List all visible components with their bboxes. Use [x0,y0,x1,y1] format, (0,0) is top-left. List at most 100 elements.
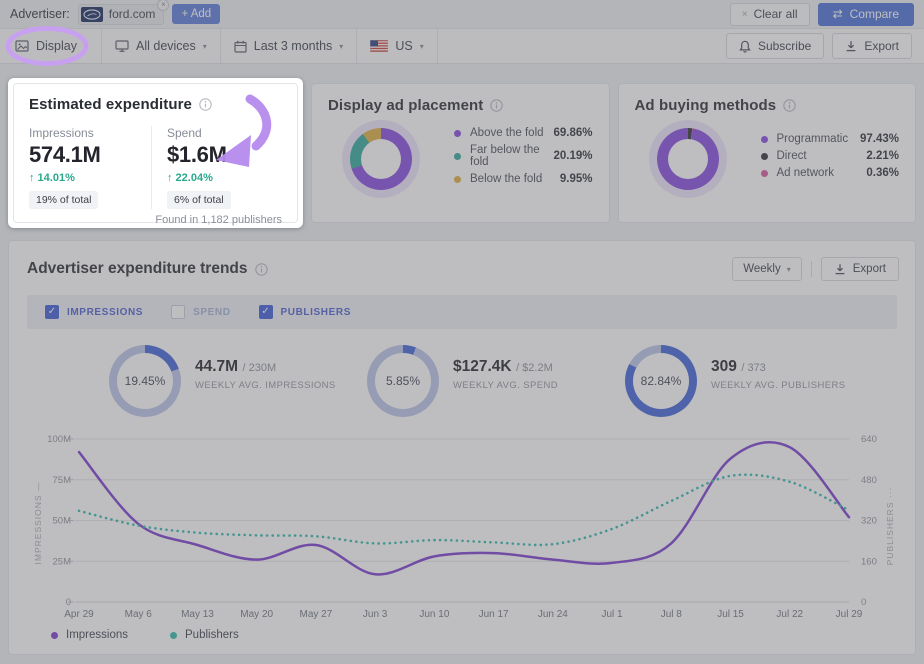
impressions-share-badge: 19% of total [29,191,98,209]
remove-advertiser-icon[interactable]: × [157,0,169,11]
spend-label: Spend [167,126,231,140]
svg-text:Jun 10: Jun 10 [419,609,449,620]
download-icon [834,263,846,275]
card-title: Display ad placement [328,97,483,114]
legend-dot [51,632,58,639]
main-content: Estimated expenditure Impressions 574.1M… [0,64,924,655]
svg-text:PUBLISHERS ···: PUBLISHERS ··· [885,487,895,566]
close-icon: × [742,9,748,20]
svg-text:May 6: May 6 [125,609,153,620]
advertiser-label: Advertiser: [10,7,70,21]
filter-period[interactable]: Last 3 months ▾ [221,29,358,63]
info-icon[interactable] [255,263,268,276]
ad-buying-methods-card: Ad buying methods Programmatic97.43% Dir… [618,83,917,223]
granularity-dropdown[interactable]: Weekly ▾ [732,257,802,281]
svg-text:75M: 75M [53,475,72,486]
placement-legend: Above the fold69.86% Far below the fold2… [454,122,593,190]
legend-item: Ad network0.36% [761,167,900,179]
gauge-ring: 82.84% [625,345,697,417]
divider [811,261,812,277]
svg-text:640: 640 [861,434,877,445]
legend-dot [454,130,461,137]
monitor-icon [115,40,129,52]
compare-icon: ⇄ [833,7,843,21]
estimated-expenditure-highlight: Estimated expenditure Impressions 574.1M… [8,78,303,228]
display-ad-placement-card: Display ad placement Above the fold69.86… [311,83,610,223]
chart-legend: Impressions Publishers [51,629,239,641]
svg-text:Jun 24: Jun 24 [538,609,568,620]
panel-title: Advertiser expenditure trends [27,260,248,278]
impressions-gauge: 19.45% 44.7M / 230M WEEKLY AVG. IMPRESSI… [109,345,347,417]
svg-text:May 27: May 27 [300,609,333,620]
legend-dot [454,176,461,183]
add-advertiser-button[interactable]: + Add [172,4,220,24]
calendar-icon [234,40,247,53]
spend-value: $1.6M [167,142,231,168]
legend-item: Far below the fold20.19% [454,144,593,168]
trends-export-button[interactable]: Export [821,257,899,281]
svg-text:50M: 50M [53,516,72,527]
svg-text:25M: 25M [53,556,72,567]
compare-button[interactable]: ⇄ Compare [818,3,914,26]
svg-text:Jul 29: Jul 29 [836,609,863,620]
buying-donut-chart [657,128,719,190]
spend-gauge: 5.85% $127.4K / $2.2M WEEKLY AVG. SPEND [367,345,605,417]
legend-dot [761,153,768,160]
spend-change: ↑ 22.04% [167,172,231,184]
advertiser-expenditure-trends-panel: Advertiser expenditure trends Weekly ▾ E… [8,240,916,655]
svg-text:IMPRESSIONS —: IMPRESSIONS — [33,482,43,565]
legend-dot [170,632,177,639]
info-icon[interactable] [490,99,503,112]
download-icon [845,40,857,52]
filter-display[interactable]: Display ▾ [0,29,102,63]
subscribe-button[interactable]: Subscribe [726,33,824,59]
publishers-footnote: Found in 1,182 publishers [29,214,282,226]
card-title: Ad buying methods [635,97,777,114]
clear-all-button[interactable]: × Clear all [730,3,810,26]
svg-text:Jun 3: Jun 3 [363,609,388,620]
svg-text:0: 0 [861,597,866,608]
svg-text:Jul 15: Jul 15 [717,609,744,620]
advertiser-chip[interactable]: ford.com × [78,4,165,25]
adclarity-dashboard: Advertiser: ford.com × + Add × Clear all… [0,0,924,664]
legend-item: Programmatic97.43% [761,133,900,145]
checkbox-icon: ✓ [45,305,59,319]
legend-item: Below the fold9.95% [454,173,593,185]
top-actions: × Clear all ⇄ Compare [730,3,914,26]
toggle-impressions[interactable]: ✓ IMPRESSIONS [45,305,143,319]
series-toggle-strip: ✓ IMPRESSIONS ✓ SPEND ✓ PUBLISHERS [27,295,897,329]
svg-text:May 13: May 13 [181,609,214,620]
spend-metric: Spend $1.6M ↑ 22.04% 6% of total [151,126,231,209]
legend-impressions: Impressions [51,629,128,641]
filter-region[interactable]: US ▾ [357,29,437,63]
filter-bar: Display ▾ All devices ▾ Last 3 months ▾ … [0,28,924,64]
svg-text:160: 160 [861,556,877,567]
svg-text:480: 480 [861,475,877,486]
trend-line-chart: 100M64075M48050M32025M16000Apr 29May 6Ma… [27,431,913,623]
bell-icon [739,40,751,53]
legend-item: Direct2.21% [761,150,900,162]
advertiser-name: ford.com [109,7,156,21]
filter-bar-actions: Subscribe Export [726,29,924,63]
impressions-change: ↑ 14.01% [29,172,151,184]
top-bar: Advertiser: ford.com × + Add × Clear all… [0,0,924,28]
us-flag-icon [370,40,388,52]
svg-text:320: 320 [861,516,877,527]
placement-donut-chart [350,128,412,190]
export-button[interactable]: Export [832,33,912,59]
weekly-average-gauges: 19.45% 44.7M / 230M WEEKLY AVG. IMPRESSI… [9,345,915,417]
legend-item: Above the fold69.86% [454,127,593,139]
gauge-ring: 19.45% [109,345,181,417]
filter-devices[interactable]: All devices ▾ [102,29,221,63]
toggle-publishers[interactable]: ✓ PUBLISHERS [259,305,351,319]
impressions-metric: Impressions 574.1M ↑ 14.01% 19% of total [29,126,151,209]
summary-cards-row: Estimated expenditure Impressions 574.1M… [8,78,916,228]
svg-text:0: 0 [66,597,71,608]
info-icon[interactable] [783,99,796,112]
info-icon[interactable] [199,98,212,111]
svg-text:Apr 29: Apr 29 [64,609,94,620]
toggle-spend[interactable]: ✓ SPEND [171,305,230,319]
chevron-down-icon: ▾ [787,265,791,274]
svg-text:Jun 17: Jun 17 [479,609,509,620]
chevron-down-icon: ▾ [203,42,207,51]
